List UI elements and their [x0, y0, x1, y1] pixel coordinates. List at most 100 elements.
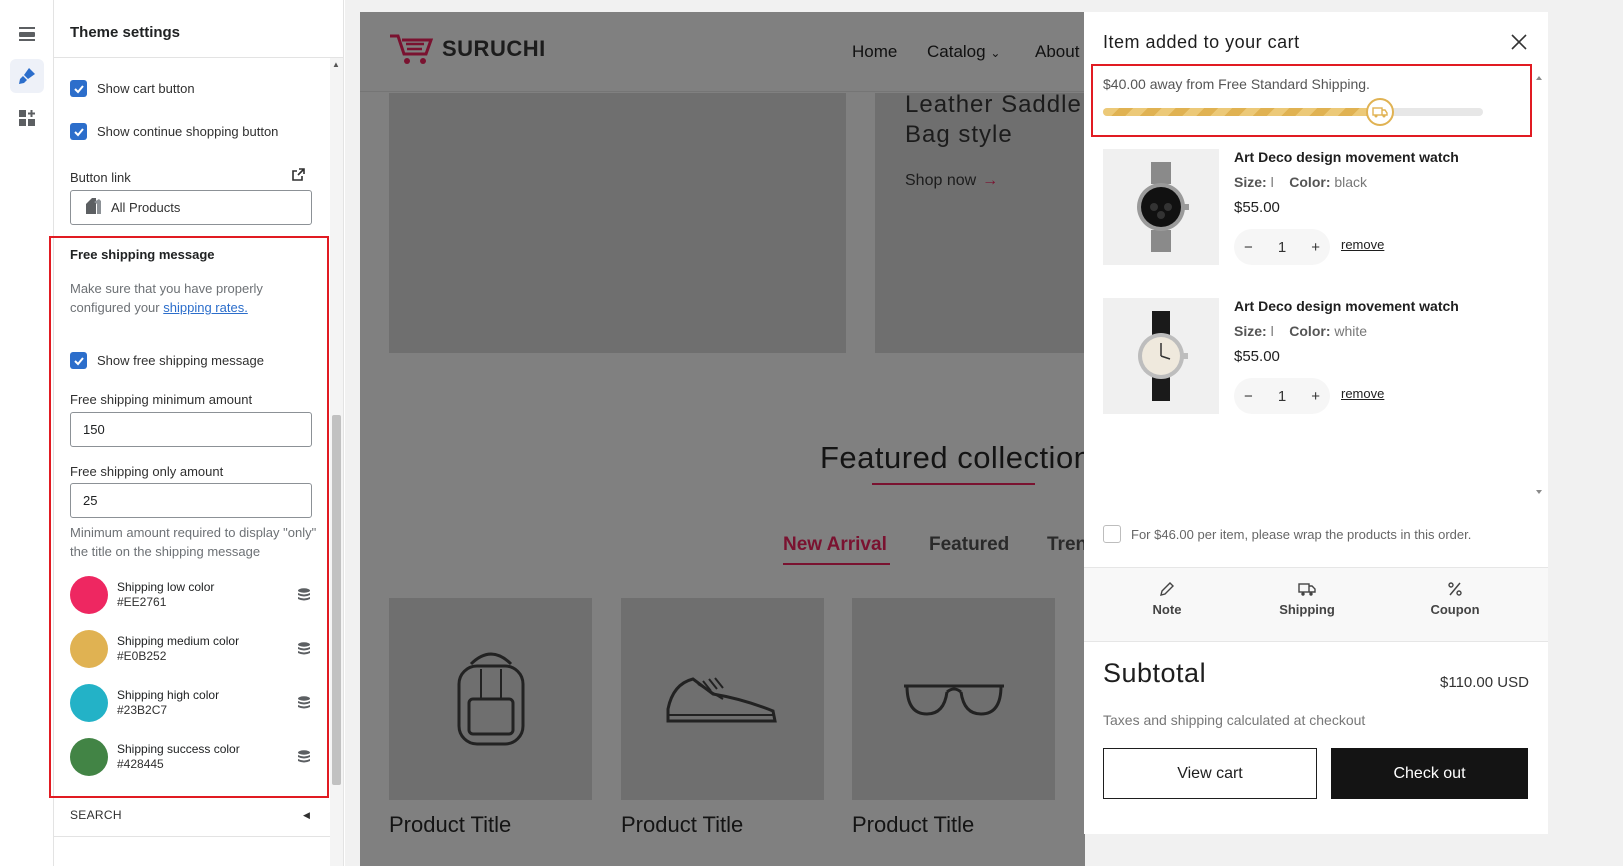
- coupon-button[interactable]: Coupon: [1415, 580, 1495, 617]
- panel-scrollbar-thumb[interactable]: [332, 415, 341, 785]
- product-card[interactable]: [389, 598, 592, 800]
- cart-item-name[interactable]: Art Deco design movement watch: [1234, 149, 1459, 165]
- pencil-icon: [1160, 582, 1174, 596]
- show-continue-shopping-checkbox[interactable]: Show continue shopping button: [70, 123, 278, 140]
- option-label: Color:: [1289, 323, 1331, 339]
- subtotal-label: Subtotal: [1103, 658, 1207, 688]
- close-icon[interactable]: [1509, 32, 1529, 52]
- checkbox-checked-icon: [70, 123, 87, 140]
- cart-line-item: Art Deco design movement watch Size: l C…: [1103, 298, 1523, 414]
- collection-tag-icon: [83, 196, 103, 219]
- cart-item-price: $55.00: [1234, 348, 1280, 365]
- minus-icon[interactable]: −: [1244, 239, 1253, 256]
- check-out-button[interactable]: Check out: [1331, 748, 1528, 799]
- theme-settings-brush-icon[interactable]: [10, 59, 44, 93]
- option-value: black: [1334, 174, 1368, 190]
- tab-new-arrival[interactable]: New Arrival: [783, 534, 887, 556]
- option-value: l: [1270, 174, 1274, 190]
- cart-line-item: Art Deco design movement watch Size: l C…: [1103, 149, 1523, 265]
- option-value: white: [1334, 323, 1368, 339]
- product-title[interactable]: Product Title: [852, 812, 974, 838]
- product-thumbnail[interactable]: [1103, 149, 1219, 265]
- product-thumbnail[interactable]: [1103, 298, 1219, 414]
- button-link-label: Button link: [70, 170, 131, 185]
- divider: [54, 836, 343, 837]
- active-tab-underline: [783, 563, 890, 565]
- cart-drawer-title: Item added to your cart: [1103, 32, 1300, 52]
- shop-now-label: Shop now: [905, 172, 977, 189]
- gift-wrap-checkbox[interactable]: [1103, 525, 1121, 543]
- product-title[interactable]: Product Title: [389, 812, 511, 838]
- quantity-value[interactable]: 1: [1278, 239, 1286, 256]
- annotation-highlight-box: [49, 236, 329, 798]
- hero-image-placeholder: [389, 93, 846, 353]
- external-link-icon[interactable]: [291, 167, 306, 187]
- product-card[interactable]: [852, 598, 1055, 800]
- shipping-estimate-button[interactable]: Shipping: [1267, 580, 1347, 617]
- tab-trending[interactable]: Tren: [1047, 534, 1085, 556]
- tax-note: Taxes and shipping calculated at checkou…: [1103, 712, 1366, 728]
- button-link-input[interactable]: All Products: [70, 190, 312, 225]
- show-cart-button-checkbox[interactable]: Show cart button: [70, 80, 195, 97]
- product-card[interactable]: [621, 598, 824, 800]
- sunglasses-icon: [903, 684, 1004, 716]
- note-button[interactable]: Note: [1127, 580, 1207, 617]
- truck-icon: [1298, 583, 1316, 596]
- option-value: l: [1270, 323, 1274, 339]
- nav-home[interactable]: Home: [852, 42, 897, 62]
- checkbox-label: Show cart button: [97, 81, 195, 96]
- panel-title: Theme settings: [70, 24, 181, 41]
- gift-wrap-option[interactable]: For $46.00 per item, please wrap the pro…: [1103, 525, 1471, 543]
- minus-icon[interactable]: −: [1244, 388, 1253, 405]
- white-watch-icon: [1138, 311, 1188, 401]
- store-name: SURUCHI: [442, 36, 546, 61]
- featured-collection-title: Featured collection: [820, 440, 1085, 475]
- tool-label: Note: [1152, 602, 1182, 617]
- cart-item-name[interactable]: Art Deco design movement watch: [1234, 298, 1459, 314]
- tab-featured[interactable]: Featured: [929, 534, 1009, 556]
- quantity-stepper: − 1 +: [1234, 229, 1330, 265]
- remove-item-link[interactable]: remove: [1341, 386, 1384, 401]
- editor-icon-rail: [0, 0, 54, 866]
- cart-logo-icon: [390, 34, 434, 64]
- title-underline: [872, 483, 1035, 485]
- cart-item-price: $55.00: [1234, 199, 1280, 216]
- hero-heading-line: Leather Saddle: [905, 91, 1082, 118]
- nav-catalog[interactable]: Catalog ⌄: [927, 42, 1000, 62]
- caret-left-icon: ◀: [303, 810, 310, 820]
- sneaker-icon: [666, 677, 777, 723]
- quantity-value[interactable]: 1: [1278, 388, 1286, 405]
- shop-now-link[interactable]: Shop now →: [905, 172, 998, 190]
- plus-icon[interactable]: +: [1311, 388, 1320, 405]
- storefront-preview: SURUCHI Home Catalog ⌄ About Leather Sad…: [360, 12, 1085, 866]
- scroll-up-arrow-icon[interactable]: ▲: [332, 60, 340, 69]
- store-logo[interactable]: SURUCHI: [388, 32, 546, 66]
- backpack-icon: [457, 652, 524, 746]
- plus-icon[interactable]: +: [1311, 239, 1320, 256]
- checkbox-label: Show continue shopping button: [97, 124, 279, 139]
- drawer-scrollbar[interactable]: [1533, 72, 1545, 502]
- option-label: Color:: [1289, 174, 1331, 190]
- quantity-stepper: − 1 +: [1234, 378, 1330, 414]
- app-blocks-icon[interactable]: [10, 101, 44, 135]
- divider: [54, 57, 343, 58]
- remove-item-link[interactable]: remove: [1341, 237, 1384, 252]
- chevron-down-icon: ⌄: [990, 46, 1001, 60]
- nav-about[interactable]: About: [1035, 42, 1079, 62]
- store-header: SURUCHI Home Catalog ⌄ About: [360, 12, 1085, 92]
- hero-heading-line: Bag style: [905, 121, 1013, 148]
- sections-icon[interactable]: [10, 17, 44, 51]
- cart-item-options: Size: l Color: black: [1234, 174, 1367, 190]
- view-cart-button[interactable]: View cart: [1103, 748, 1317, 799]
- search-section-toggle[interactable]: SEARCH: [70, 808, 122, 822]
- checkbox-checked-icon: [70, 80, 87, 97]
- nav-catalog-label: Catalog: [927, 42, 986, 61]
- product-title[interactable]: Product Title: [621, 812, 743, 838]
- black-watch-icon: [1137, 162, 1189, 252]
- tool-label: Coupon: [1430, 602, 1480, 617]
- option-label: Size:: [1234, 323, 1267, 339]
- cart-item-options: Size: l Color: white: [1234, 323, 1367, 339]
- percent-icon: [1448, 582, 1462, 596]
- hero-heading: Leather Saddle Bag style: [905, 90, 1082, 150]
- tool-label: Shipping: [1279, 602, 1335, 617]
